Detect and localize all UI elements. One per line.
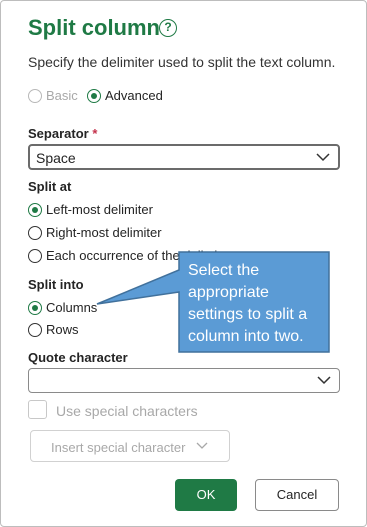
required-mark: * [92, 126, 98, 141]
split-into-label: Split into [28, 277, 84, 292]
chevron-down-icon [317, 376, 331, 385]
quote-character-select[interactable] [28, 368, 340, 393]
radio-rows-label: Rows [46, 322, 79, 337]
chevron-down-icon [196, 442, 208, 449]
radio-columns[interactable] [28, 301, 42, 315]
radio-each-occurrence[interactable] [28, 249, 42, 263]
radio-right-most[interactable] [28, 226, 42, 240]
radio-left-most[interactable] [28, 203, 42, 217]
radio-rows[interactable] [28, 323, 42, 337]
help-icon[interactable]: ? [159, 19, 177, 37]
dialog-description: Specify the delimiter used to split the … [28, 54, 336, 70]
callout-text: Select the appropriate settings to split… [188, 262, 308, 345]
dialog-title: Split column [28, 15, 160, 40]
separator-label: Separator * [28, 126, 98, 141]
radio-right-most-label: Right-most delimiter [46, 225, 162, 240]
radio-basic-label: Basic [46, 88, 78, 103]
chevron-down-icon [316, 153, 330, 162]
quote-character-label: Quote character [28, 350, 128, 365]
ok-button[interactable]: OK [175, 479, 237, 511]
insert-special-character-label: Insert special character [51, 440, 186, 455]
radio-columns-label: Columns [46, 300, 98, 315]
radio-basic[interactable] [28, 89, 42, 103]
cancel-button[interactable]: Cancel [255, 479, 339, 511]
radio-advanced-label: Advanced [105, 88, 163, 103]
use-special-characters-checkbox[interactable] [28, 400, 47, 419]
separator-value: Space [36, 150, 76, 166]
separator-select[interactable]: Space [28, 144, 340, 170]
radio-left-most-label: Left-most delimiter [46, 202, 153, 217]
insert-special-character-button[interactable]: Insert special character [30, 430, 230, 462]
split-at-label: Split at [28, 179, 72, 194]
use-special-characters-label: Use special characters [56, 403, 198, 419]
radio-advanced[interactable] [87, 89, 101, 103]
